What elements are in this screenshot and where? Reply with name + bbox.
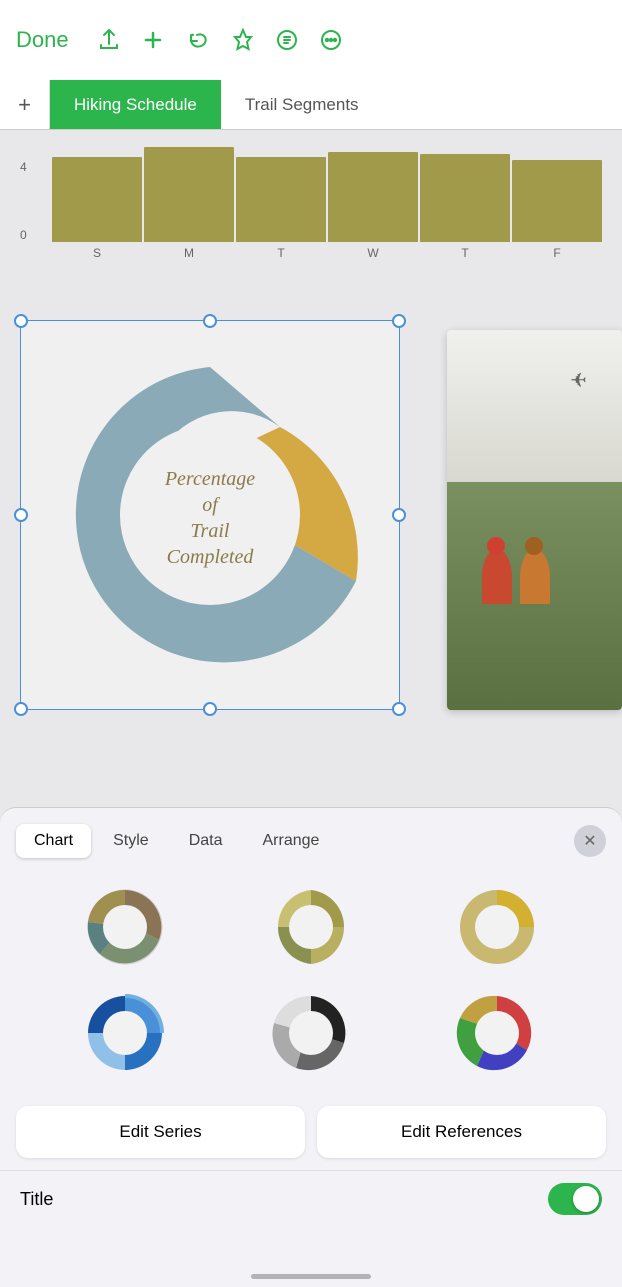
more-icon[interactable] <box>319 28 343 52</box>
bar-2 <box>236 157 326 242</box>
donut-chart[interactable]: Percentage of Trail Completed <box>20 320 400 710</box>
bottom-panel: Chart Style Data Arrange ✕ <box>0 807 622 1287</box>
pin-icon[interactable] <box>231 28 255 52</box>
bar-col-5: F <box>512 160 602 260</box>
bar-5 <box>512 160 602 242</box>
bar-label-4: T <box>461 246 468 260</box>
title-row: Title <box>0 1170 622 1227</box>
chart-tab-chart[interactable]: Chart <box>16 824 91 858</box>
donut-svg-wrapper: Percentage of Trail Completed <box>21 321 399 709</box>
title-label: Title <box>20 1189 548 1210</box>
undo-icon[interactable] <box>185 27 211 53</box>
bar-col-3: W <box>328 152 418 260</box>
bird-icon: ✈ <box>570 368 587 393</box>
bar-4 <box>420 154 510 242</box>
share-icon[interactable] <box>97 28 121 52</box>
bar-col-0: S <box>52 157 142 260</box>
bar-col-4: T <box>420 154 510 260</box>
y-axis-min: 0 <box>20 228 27 242</box>
title-toggle[interactable] <box>548 1183 602 1215</box>
bar-0 <box>52 157 142 242</box>
edit-references-button[interactable]: Edit References <box>317 1106 606 1158</box>
bar-chart: 4 0 S M T W T F <box>20 160 602 260</box>
donut-text-line3: Trail <box>191 520 230 542</box>
edit-buttons: Edit Series Edit References <box>0 1094 622 1170</box>
format-icon[interactable] <box>275 28 299 52</box>
add-sheet-button[interactable]: + <box>0 80 50 129</box>
bar-label-1: M <box>184 246 194 260</box>
bar-col-2: T <box>236 157 326 260</box>
photo-figures <box>482 549 550 604</box>
photo-placeholder: ✈ <box>447 330 622 710</box>
y-axis-max: 4 <box>20 160 27 174</box>
style-grid <box>0 866 622 1094</box>
bar-label-2: T <box>277 246 284 260</box>
toggle-knob <box>573 1186 599 1212</box>
figure-2 <box>520 549 550 604</box>
tab-trail-segments[interactable]: Trail Segments <box>221 80 383 129</box>
tab-hiking-schedule[interactable]: Hiking Schedule <box>50 80 221 129</box>
bar-chart-area: 4 0 S M T W T F <box>0 130 622 260</box>
home-indicator <box>251 1274 371 1279</box>
donut-svg: Percentage of Trail Completed <box>50 355 370 675</box>
bar-label-5: F <box>553 246 560 260</box>
chart-tab-arrange[interactable]: Arrange <box>245 824 338 858</box>
style-option-6[interactable] <box>412 988 582 1078</box>
chart-tab-data[interactable]: Data <box>171 824 241 858</box>
donut-text-line1: Percentage <box>164 468 255 490</box>
bar-1 <box>144 147 234 242</box>
style-option-4[interactable] <box>40 988 210 1078</box>
bar-col-1: M <box>144 147 234 260</box>
done-button[interactable]: Done <box>16 27 69 53</box>
tabs-bar: + Hiking Schedule Trail Segments <box>0 80 622 130</box>
donut-text-line4: Completed <box>167 546 255 568</box>
bar-label-0: S <box>93 246 101 260</box>
chart-tab-style[interactable]: Style <box>95 824 167 858</box>
top-bar: Done <box>0 0 622 80</box>
donut-text-line2: of <box>202 494 220 516</box>
photo-sky <box>447 330 622 482</box>
chart-tabs: Chart Style Data Arrange ✕ <box>0 808 622 866</box>
style-option-5[interactable] <box>226 988 396 1078</box>
add-icon[interactable] <box>141 28 165 52</box>
style-option-3[interactable] <box>412 882 582 972</box>
style-option-2[interactable] <box>226 882 396 972</box>
style-option-1[interactable] <box>40 882 210 972</box>
photo-card: ✈ <box>447 330 622 710</box>
edit-series-button[interactable]: Edit Series <box>16 1106 305 1158</box>
close-panel-button[interactable]: ✕ <box>574 825 606 857</box>
figure-1 <box>482 549 512 604</box>
bar-3 <box>328 152 418 242</box>
bar-label-3: W <box>367 246 378 260</box>
